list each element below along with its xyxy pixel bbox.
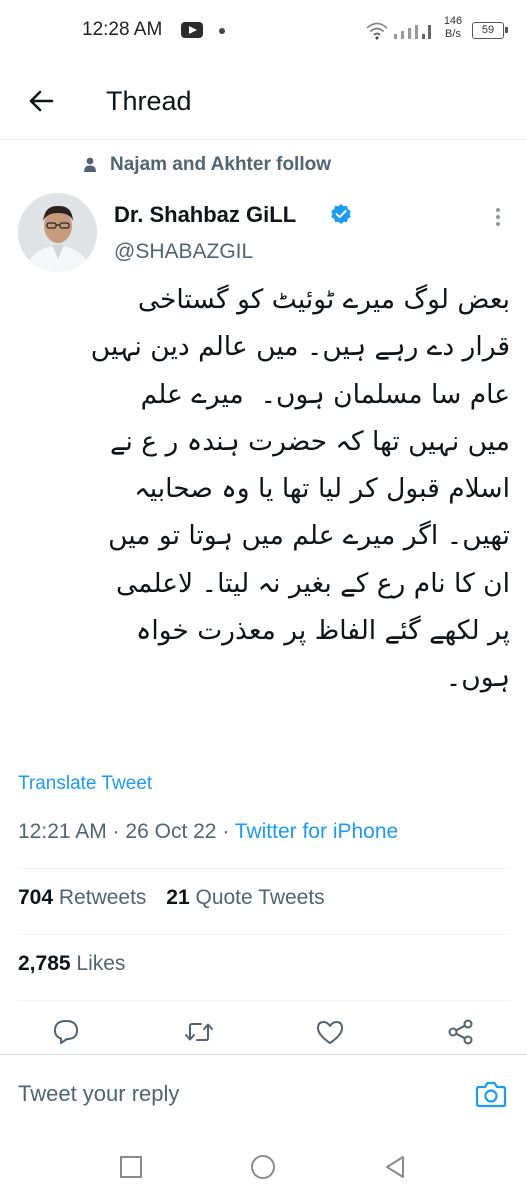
stats-row: 704 Retweets 21 Quote Tweets [18, 886, 339, 910]
home-button[interactable] [248, 1152, 278, 1182]
avatar-image [18, 193, 97, 272]
home-circle-icon [251, 1155, 275, 1179]
page-title: Thread [106, 86, 192, 116]
retweets-stat[interactable]: 704 Retweets [18, 886, 152, 909]
status-bar: 12:28 AM 146 B/s 59 [0, 0, 527, 62]
quotes-count: 21 [166, 886, 190, 909]
back-button[interactable] [22, 82, 60, 120]
more-dot-icon [496, 208, 500, 212]
retweet-icon [185, 1023, 213, 1041]
recents-button[interactable] [116, 1152, 146, 1182]
author-name[interactable]: Dr. Shahbaz GiLL [114, 202, 296, 228]
camera-icon [475, 1081, 507, 1108]
share-icon [448, 1019, 473, 1045]
notification-dot-icon [219, 28, 225, 34]
retweet-button[interactable] [183, 1016, 215, 1048]
reply-composer [0, 1054, 527, 1134]
recents-square-icon [120, 1156, 142, 1178]
quotes-label: Quote Tweets [195, 886, 325, 909]
divider [18, 1000, 510, 1001]
tweet-meta: 12:21 AM · 26 Oct 22 · Twitter for iPhon… [18, 820, 398, 844]
more-options-button[interactable] [486, 202, 510, 232]
social-context[interactable]: Najam and Akhter follow [84, 154, 331, 176]
retweets-count: 704 [18, 886, 54, 909]
avatar[interactable] [18, 193, 97, 272]
translate-tweet-link[interactable]: Translate Tweet [18, 773, 152, 795]
like-button[interactable] [314, 1016, 346, 1048]
share-button[interactable] [445, 1016, 477, 1048]
back-triangle-icon [386, 1156, 404, 1178]
likes-count: 2,785 [18, 952, 71, 975]
verified-badge-icon [331, 204, 351, 224]
battery-icon: 59 [472, 22, 508, 39]
back-nav-button[interactable] [380, 1152, 410, 1182]
like-icon [317, 1021, 343, 1044]
net-speed: 146 B/s [442, 15, 464, 41]
likes-stat[interactable]: 2,785 Likes [18, 952, 125, 976]
reply-icon [54, 1020, 78, 1044]
more-dot-icon [496, 222, 500, 226]
tweet-time: 12:21 AM [18, 820, 107, 843]
author-handle[interactable]: @SHABAZGIL [114, 240, 253, 264]
arrow-left-icon [29, 90, 54, 112]
meta-separator: · [222, 820, 230, 843]
quote-tweets-stat[interactable]: 21 Quote Tweets [166, 886, 324, 909]
app-header: Thread [0, 62, 527, 140]
tweet-text: بعض لوگ میرے ٹوئیٹ کو گستاخی قرار دے رہے… [90, 284, 510, 694]
reply-input[interactable] [18, 1077, 458, 1111]
reply-button[interactable] [50, 1016, 82, 1048]
more-dot-icon [496, 215, 500, 219]
net-speed-value: 146 [443, 15, 463, 27]
signal-icon [394, 25, 431, 39]
net-speed-unit: B/s [445, 28, 461, 40]
tweet-source-link[interactable]: Twitter for iPhone [235, 820, 398, 843]
tweet-date: 26 Oct 22 [125, 820, 217, 843]
wifi-icon [366, 22, 388, 40]
likes-label: Likes [76, 952, 126, 975]
meta-separator: · [112, 820, 120, 843]
camera-button[interactable] [474, 1077, 508, 1111]
retweets-label: Retweets [58, 886, 147, 909]
person-icon [84, 157, 96, 172]
youtube-icon [181, 22, 203, 38]
status-time: 12:28 AM [82, 19, 163, 40]
battery-level: 59 [481, 24, 495, 36]
social-context-text: Najam and Akhter follow [110, 154, 331, 175]
divider [18, 934, 510, 935]
divider [18, 868, 510, 869]
system-nav-bar [0, 1134, 527, 1200]
